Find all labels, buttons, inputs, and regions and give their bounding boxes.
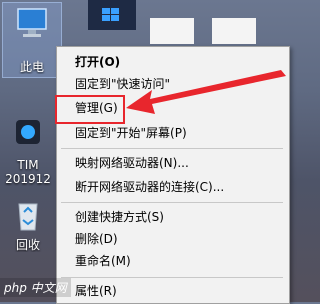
menu-item-label: 属性(R): [75, 284, 117, 298]
manage-highlight-box: [55, 95, 125, 124]
computer-icon: [17, 8, 47, 37]
menu-separator: [61, 277, 283, 278]
watermark: php 中文网: [0, 278, 71, 297]
menu-item-label: 创建快捷方式(S): [75, 210, 164, 224]
desktop: 此电 TIM 201912 回收 打开(O) 固定到"快速访问" 管理(G) 固…: [0, 0, 297, 304]
this-pc-label: 此电: [19, 60, 44, 74]
menu-separator: [61, 148, 283, 149]
menu-item-label: 断开网络驱动器的连接(C)...: [75, 180, 225, 194]
menu-item-label: 重命名(M): [75, 254, 131, 268]
menu-item-label: 打开(O): [75, 55, 121, 69]
background-window-thumbnail: [88, 0, 136, 30]
menu-item-create-shortcut[interactable]: 创建快捷方式(S): [57, 206, 289, 228]
context-menu: 打开(O) 固定到"快速访问" 管理(G) 固定到"开始"屏幕(P) 映射网络驱…: [56, 46, 290, 304]
menu-item-label: 映射网络驱动器(N)...: [75, 156, 189, 170]
menu-separator: [61, 202, 283, 203]
menu-item-label: 固定到"快速访问": [75, 77, 171, 91]
menu-item-map-network-drive[interactable]: 映射网络驱动器(N)...: [57, 152, 289, 174]
menu-item-label: 删除(D): [75, 232, 118, 246]
this-pc-shortcut[interactable]: 此电: [4, 6, 60, 74]
menu-item-pin-quick-access[interactable]: 固定到"快速访问": [57, 73, 289, 95]
menu-item-disconnect-network-drive[interactable]: 断开网络驱动器的连接(C)...: [57, 176, 289, 198]
menu-item-open[interactable]: 打开(O): [57, 51, 289, 73]
recycle-bin-shortcut[interactable]: 回收: [0, 198, 56, 252]
tim-label-line2: 201912: [5, 172, 51, 186]
menu-item-label: 固定到"开始"屏幕(P): [75, 126, 187, 140]
tim-icon: [16, 120, 40, 144]
background-window-thumbnail: [150, 18, 194, 44]
windows-logo-icon: [102, 8, 119, 21]
menu-item-rename[interactable]: 重命名(M): [57, 250, 289, 272]
tim-label-line1: TIM: [17, 158, 39, 172]
recycle-bin-label: 回收: [15, 238, 40, 252]
tim-shortcut[interactable]: TIM 201912: [0, 116, 56, 186]
menu-item-delete[interactable]: 删除(D): [57, 228, 289, 250]
recycle-bin-icon: [18, 203, 38, 231]
background-window-thumbnail: [212, 18, 256, 44]
menu-item-pin-start[interactable]: 固定到"开始"屏幕(P): [57, 122, 289, 144]
menu-item-properties[interactable]: 属性(R): [57, 280, 289, 302]
